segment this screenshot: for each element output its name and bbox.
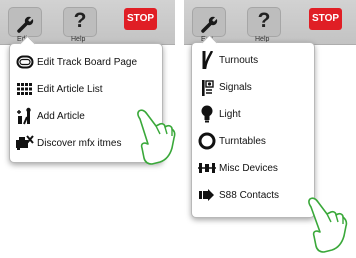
menu-item-edit-article-list[interactable]: Edit Article List xyxy=(16,78,158,100)
edit-button[interactable] xyxy=(192,7,226,37)
pointing-hand-icon xyxy=(137,109,176,165)
article-list-icon xyxy=(16,80,34,98)
menu-item-label: S88 Contacts xyxy=(219,189,280,201)
signal-icon xyxy=(198,78,216,96)
misc-devices-icon xyxy=(198,159,216,177)
discover-mfx-icon xyxy=(16,134,34,152)
turnout-icon xyxy=(198,51,216,69)
s88-contact-icon xyxy=(198,186,216,204)
track-board-icon xyxy=(16,53,34,71)
menu-item-s88-contacts[interactable]: S88 Contacts xyxy=(198,184,310,206)
add-article-icon xyxy=(16,107,34,125)
menu-item-signals[interactable]: Signals xyxy=(198,76,310,98)
light-bulb-icon xyxy=(198,105,216,123)
menu-item-light[interactable]: Light xyxy=(198,103,310,125)
menu-item-label: Edit Article List xyxy=(37,83,103,95)
right-screenshot: Edit ? Help STOP Turnouts xyxy=(184,0,356,258)
help-label: Help xyxy=(71,36,86,43)
edit-button[interactable] xyxy=(8,7,42,37)
wrench-icon xyxy=(201,16,218,33)
menu-item-label: Add Article xyxy=(37,110,85,122)
wrench-icon xyxy=(17,16,34,33)
pointing-hand-icon xyxy=(308,197,348,253)
menu-item-misc-devices[interactable]: Misc Devices xyxy=(198,157,310,179)
menu-item-label: Misc Devices xyxy=(219,162,278,174)
stop-button[interactable]: STOP xyxy=(124,8,157,30)
add-article-menu: Turnouts Signals Light Turntables Misc D… xyxy=(191,34,315,218)
menu-item-label: Turntables xyxy=(219,135,266,147)
menu-item-turnouts[interactable]: Turnouts xyxy=(198,49,310,71)
menu-item-label: Light xyxy=(219,108,241,120)
menu-item-label: Turnouts xyxy=(219,54,259,66)
menu-item-edit-track-board[interactable]: Edit Track Board Page xyxy=(16,51,158,73)
left-screenshot: Edit ? Help STOP Edit Track Board Page xyxy=(0,0,176,185)
menu-item-turntables[interactable]: Turntables xyxy=(198,130,310,152)
help-button[interactable]: ? xyxy=(63,7,97,37)
menu-item-label: Signals xyxy=(219,81,252,93)
stop-button[interactable]: STOP xyxy=(309,8,342,30)
menu-item-label: Discover mfx itmes xyxy=(37,137,122,149)
help-icon: ? xyxy=(73,9,87,32)
menu-item-label: Edit Track Board Page xyxy=(37,56,138,68)
help-icon: ? xyxy=(257,9,271,32)
help-button[interactable]: ? xyxy=(247,7,281,37)
turntable-icon xyxy=(198,132,216,150)
